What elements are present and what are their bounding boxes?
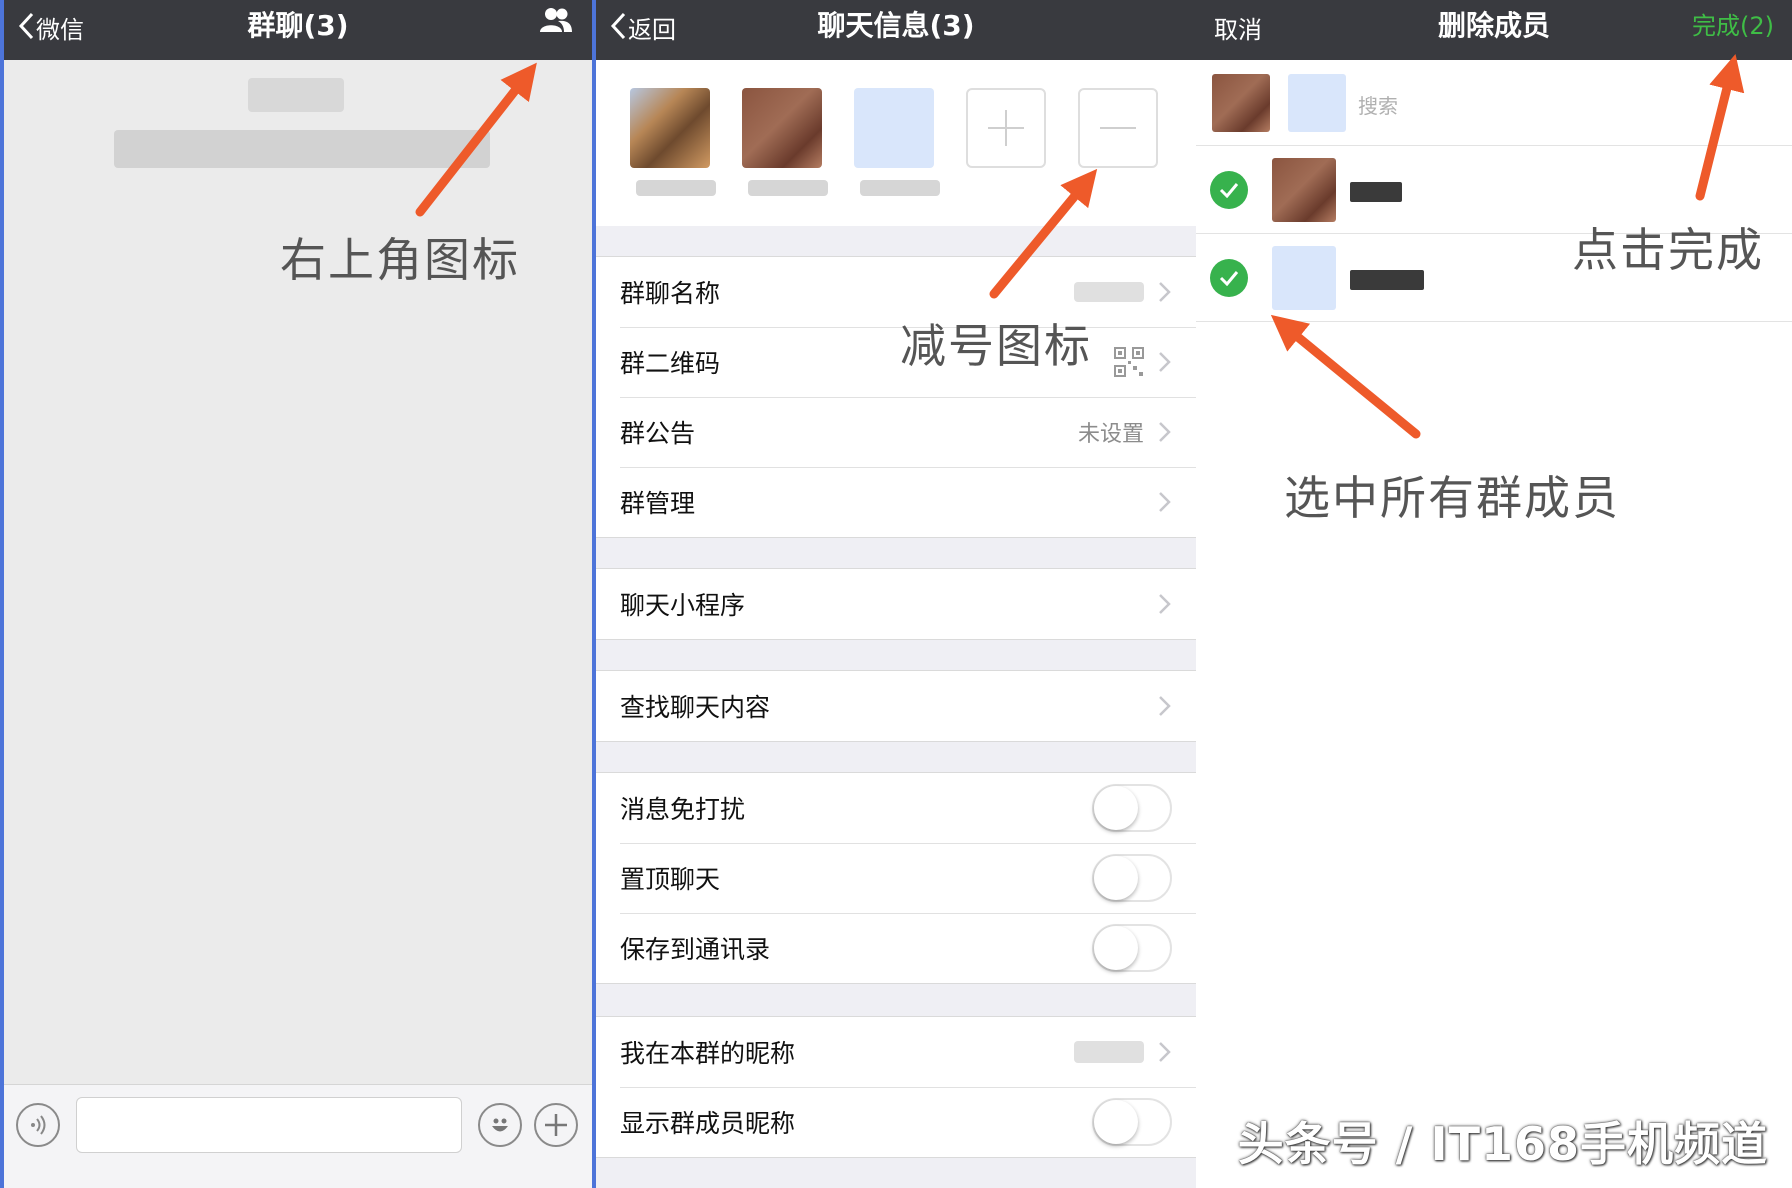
annotation-select-all: 选中所有群成员 — [1284, 471, 1620, 525]
remove-member-screen: 取消 删除成员 完成(2) 搜索 点击完成 选中所有群成员 — [1196, 0, 1792, 1188]
blurred-member-name — [1350, 182, 1402, 202]
chevron-right-icon — [1159, 282, 1171, 302]
blurred-member-name — [1350, 270, 1424, 290]
member-name — [748, 180, 828, 196]
cell-label: 聊天小程序 — [620, 591, 746, 620]
settings-group-miniprogram: 聊天小程序 — [596, 568, 1196, 640]
chevron-right-icon — [1159, 492, 1171, 512]
cell-mute: 消息免打扰 — [596, 773, 1196, 843]
chevron-right-icon — [1159, 1042, 1171, 1062]
toggle-knob — [1094, 1100, 1138, 1144]
cell-label: 我在本群的昵称 — [620, 1039, 796, 1068]
remove-member-button[interactable] — [1078, 88, 1158, 168]
selected-avatar[interactable] — [1288, 74, 1346, 132]
blurred-nickname — [1074, 1041, 1144, 1063]
group-members-button[interactable] — [538, 0, 574, 60]
blurred-group-name — [1074, 282, 1144, 302]
done-button[interactable]: 完成(2) — [1692, 0, 1774, 60]
plus-icon — [988, 110, 1024, 146]
qr-code-icon — [1114, 347, 1144, 377]
cell-group-name[interactable]: 群聊名称 — [596, 257, 1196, 327]
selected-avatar[interactable] — [1212, 74, 1270, 132]
cell-my-nickname[interactable]: 我在本群的昵称 — [596, 1017, 1196, 1087]
cell-value: 未设置 — [1077, 422, 1144, 447]
emoji-icon — [492, 1118, 508, 1132]
member-grid — [596, 60, 1196, 226]
cell-label: 置顶聊天 — [620, 865, 721, 894]
cell-save-contacts: 保存到通讯录 — [596, 913, 1196, 983]
cell-label: 保存到通讯录 — [620, 935, 771, 964]
voice-button[interactable] — [16, 1103, 60, 1147]
plus-icon — [545, 1114, 567, 1136]
chat-info-title: 聊天信息(3) — [817, 9, 975, 42]
voice-icon — [31, 1115, 46, 1135]
message-input[interactable] — [76, 1097, 462, 1153]
checked-icon[interactable] — [1210, 171, 1248, 209]
cell-pin: 置顶聊天 — [596, 843, 1196, 913]
member-avatar — [1272, 246, 1336, 310]
settings-group-search: 查找聊天内容 — [596, 670, 1196, 742]
chat-navbar: 微信 群聊(3) — [4, 0, 592, 60]
search-row: 搜索 — [1196, 60, 1792, 146]
search-input[interactable]: 搜索 — [1358, 90, 1398, 119]
chat-screen: 微信 群聊(3) 右上角图标 — [0, 0, 596, 1188]
chat-info-navbar: 返回 聊天信息(3) — [596, 0, 1196, 60]
annotation-minus-icon: 减号图标 — [900, 319, 1092, 373]
chevron-right-icon — [1159, 422, 1171, 442]
chevron-right-icon — [1159, 696, 1171, 716]
more-button[interactable] — [534, 1103, 578, 1147]
pin-toggle[interactable] — [1092, 854, 1172, 902]
blurred-system-message — [114, 130, 490, 168]
member-name — [636, 180, 716, 196]
member-avatar — [1272, 158, 1336, 222]
cell-label: 显示群成员昵称 — [620, 1109, 796, 1138]
toggle-knob — [1094, 786, 1138, 830]
remove-member-navbar: 取消 删除成员 完成(2) — [1196, 0, 1792, 60]
add-member-button[interactable] — [966, 88, 1046, 168]
settings-group-toggles: 消息免打扰 置顶聊天 保存到通讯录 — [596, 772, 1196, 984]
annotation-top-right-icon: 右上角图标 — [280, 233, 520, 287]
cell-mini-program[interactable]: 聊天小程序 — [596, 569, 1196, 639]
minus-icon — [1100, 127, 1136, 129]
cell-label: 消息免打扰 — [620, 795, 746, 824]
chat-title: 群聊(3) — [247, 9, 349, 42]
emoji-button[interactable] — [478, 1103, 522, 1147]
cell-group-qr[interactable]: 群二维码 — [596, 327, 1196, 397]
cell-label: 群聊名称 — [620, 279, 721, 308]
checked-icon[interactable] — [1210, 259, 1248, 297]
member-avatar[interactable] — [630, 88, 710, 168]
cell-label: 群公告 — [620, 419, 696, 448]
mute-toggle[interactable] — [1092, 784, 1172, 832]
member-avatar[interactable] — [854, 88, 934, 168]
settings-group-basic: 群聊名称 群二维码 群公告 未设置 群管理 — [596, 256, 1196, 538]
settings-group-nickname: 我在本群的昵称 显示群成员昵称 — [596, 1016, 1196, 1158]
watermark: 头条号 / IT168手机频道 — [1237, 1117, 1768, 1171]
cell-group-notice[interactable]: 群公告 未设置 — [596, 397, 1196, 467]
save-contacts-toggle[interactable] — [1092, 924, 1172, 972]
blurred-timestamp — [248, 78, 344, 112]
cell-label: 群管理 — [620, 489, 696, 518]
show-nicknames-toggle[interactable] — [1092, 1098, 1172, 1146]
member-name — [860, 180, 940, 196]
annotation-click-done: 点击完成 — [1572, 223, 1764, 277]
group-people-icon — [540, 8, 572, 32]
chevron-right-icon — [1159, 594, 1171, 614]
cell-group-manage[interactable]: 群管理 — [596, 467, 1196, 537]
toggle-knob — [1094, 856, 1138, 900]
chevron-right-icon — [1159, 352, 1171, 372]
chat-info-screen: 返回 聊天信息(3) 群聊名称 群二维码 群公告 未设置 群管理 聊天小程序 查… — [596, 0, 1196, 1188]
toggle-knob — [1094, 926, 1138, 970]
chat-input-bar — [4, 1084, 592, 1188]
member-avatar[interactable] — [742, 88, 822, 168]
cell-label: 查找聊天内容 — [620, 693, 771, 722]
cell-show-nicknames: 显示群成员昵称 — [596, 1087, 1196, 1157]
cell-search-chat[interactable]: 查找聊天内容 — [596, 671, 1196, 741]
